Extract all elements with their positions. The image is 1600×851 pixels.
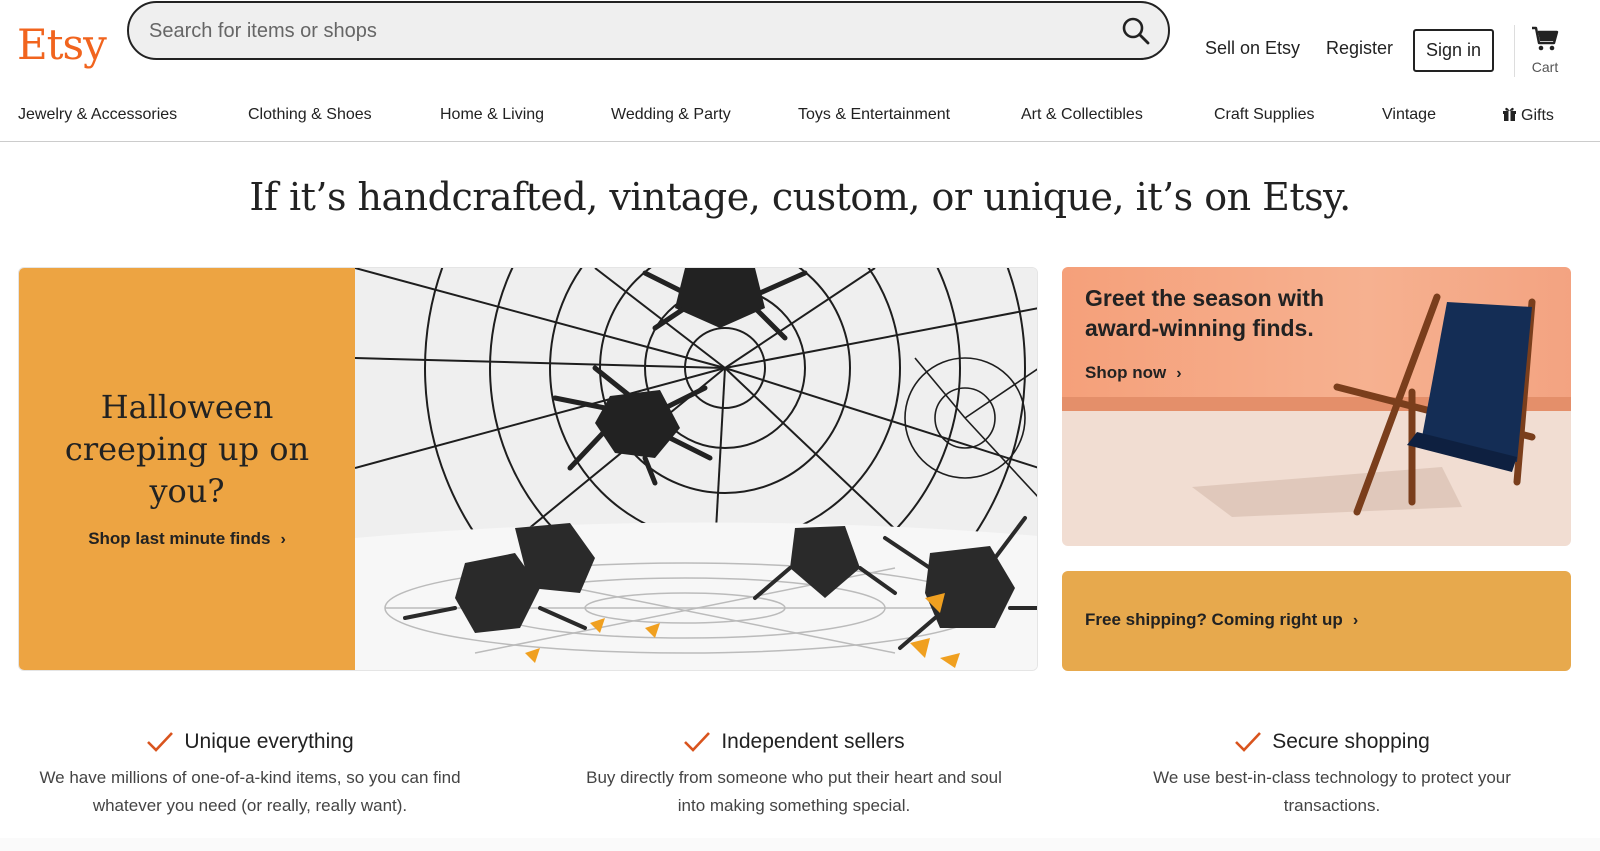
gift-icon [1503, 107, 1516, 121]
value-prop-title: Independent sellers [721, 730, 905, 753]
cart-button[interactable]: Cart [1522, 26, 1568, 78]
register-link[interactable]: Register [1326, 38, 1393, 59]
sign-in-button[interactable]: Sign in [1413, 29, 1494, 72]
cart-label: Cart [1531, 59, 1559, 75]
award-promo-link-label: Shop now [1085, 363, 1167, 382]
nav-item-home[interactable]: Home & Living [440, 106, 544, 124]
cart-icon [1532, 26, 1559, 51]
halloween-promo-link[interactable]: Shop last minute finds › [19, 529, 355, 549]
value-prop-unique: Unique everything We have millions of on… [30, 730, 470, 820]
chevron-right-icon: › [1352, 612, 1359, 629]
halloween-promo-title: Halloween creeping up on you? [64, 388, 310, 510]
free-shipping-link-label: Free shipping? Coming right up [1085, 610, 1343, 629]
nav-item-gifts[interactable]: Gifts [1502, 106, 1554, 125]
value-prop-desc: Buy directly from someone who put their … [586, 768, 1002, 815]
award-promo-title: Greet the season with award-winning find… [1085, 285, 1325, 341]
value-prop-independent: Independent sellers Buy directly from so… [574, 730, 1014, 820]
nav-item-jewelry[interactable]: Jewelry & Accessories [18, 106, 177, 124]
check-icon [684, 732, 711, 752]
check-icon [147, 732, 174, 752]
search-bar [127, 1, 1170, 60]
nav-item-art[interactable]: Art & Collectibles [1021, 106, 1143, 124]
free-shipping-link[interactable]: Free shipping? Coming right up › [1085, 610, 1358, 630]
halloween-spiders-image [354, 268, 1037, 670]
chevron-right-icon: › [1176, 365, 1182, 382]
nav-item-wedding[interactable]: Wedding & Party [611, 106, 731, 124]
search-input[interactable] [149, 17, 1069, 45]
halloween-promo-panel: Halloween creeping up on you? Shop last … [19, 268, 355, 670]
chevron-right-icon: › [280, 531, 286, 548]
footer-band [0, 838, 1600, 851]
check-icon [1235, 732, 1262, 752]
etsy-logo[interactable]: Etsy [17, 20, 107, 69]
halloween-promo-link-label: Shop last minute finds [88, 529, 271, 548]
award-winning-promo-card[interactable]: Greet the season with award-winning find… [1062, 267, 1571, 546]
value-prop-secure: Secure shopping We use best-in-class tec… [1112, 730, 1552, 820]
free-shipping-promo-card[interactable]: Free shipping? Coming right up › [1062, 571, 1571, 671]
search-button[interactable] [1120, 15, 1152, 47]
site-header: Etsy Sell on Etsy Register Sign in Cart [0, 0, 1600, 96]
halloween-promo-card[interactable]: Halloween creeping up on you? Shop last … [18, 267, 1038, 671]
nav-item-clothing[interactable]: Clothing & Shoes [248, 106, 372, 124]
nav-item-vintage[interactable]: Vintage [1382, 106, 1436, 124]
nav-item-gifts-label: Gifts [1521, 107, 1554, 124]
header-divider [1514, 25, 1515, 77]
value-prop-desc: We use best-in-class technology to prote… [1153, 768, 1511, 815]
category-nav: Jewelry & Accessories Clothing & Shoes H… [0, 100, 1600, 142]
nav-item-toys[interactable]: Toys & Entertainment [798, 106, 950, 124]
sell-on-etsy-link[interactable]: Sell on Etsy [1205, 38, 1300, 59]
value-prop-title: Unique everything [184, 730, 354, 753]
search-icon [1122, 17, 1150, 45]
hero-headline: If it’s handcrafted, vintage, custom, or… [249, 175, 1351, 219]
nav-item-craft[interactable]: Craft Supplies [1214, 106, 1315, 124]
value-prop-desc: We have millions of one-of-a-kind items,… [39, 768, 461, 815]
value-prop-title: Secure shopping [1272, 730, 1430, 753]
award-promo-link[interactable]: Shop now › [1085, 363, 1182, 383]
